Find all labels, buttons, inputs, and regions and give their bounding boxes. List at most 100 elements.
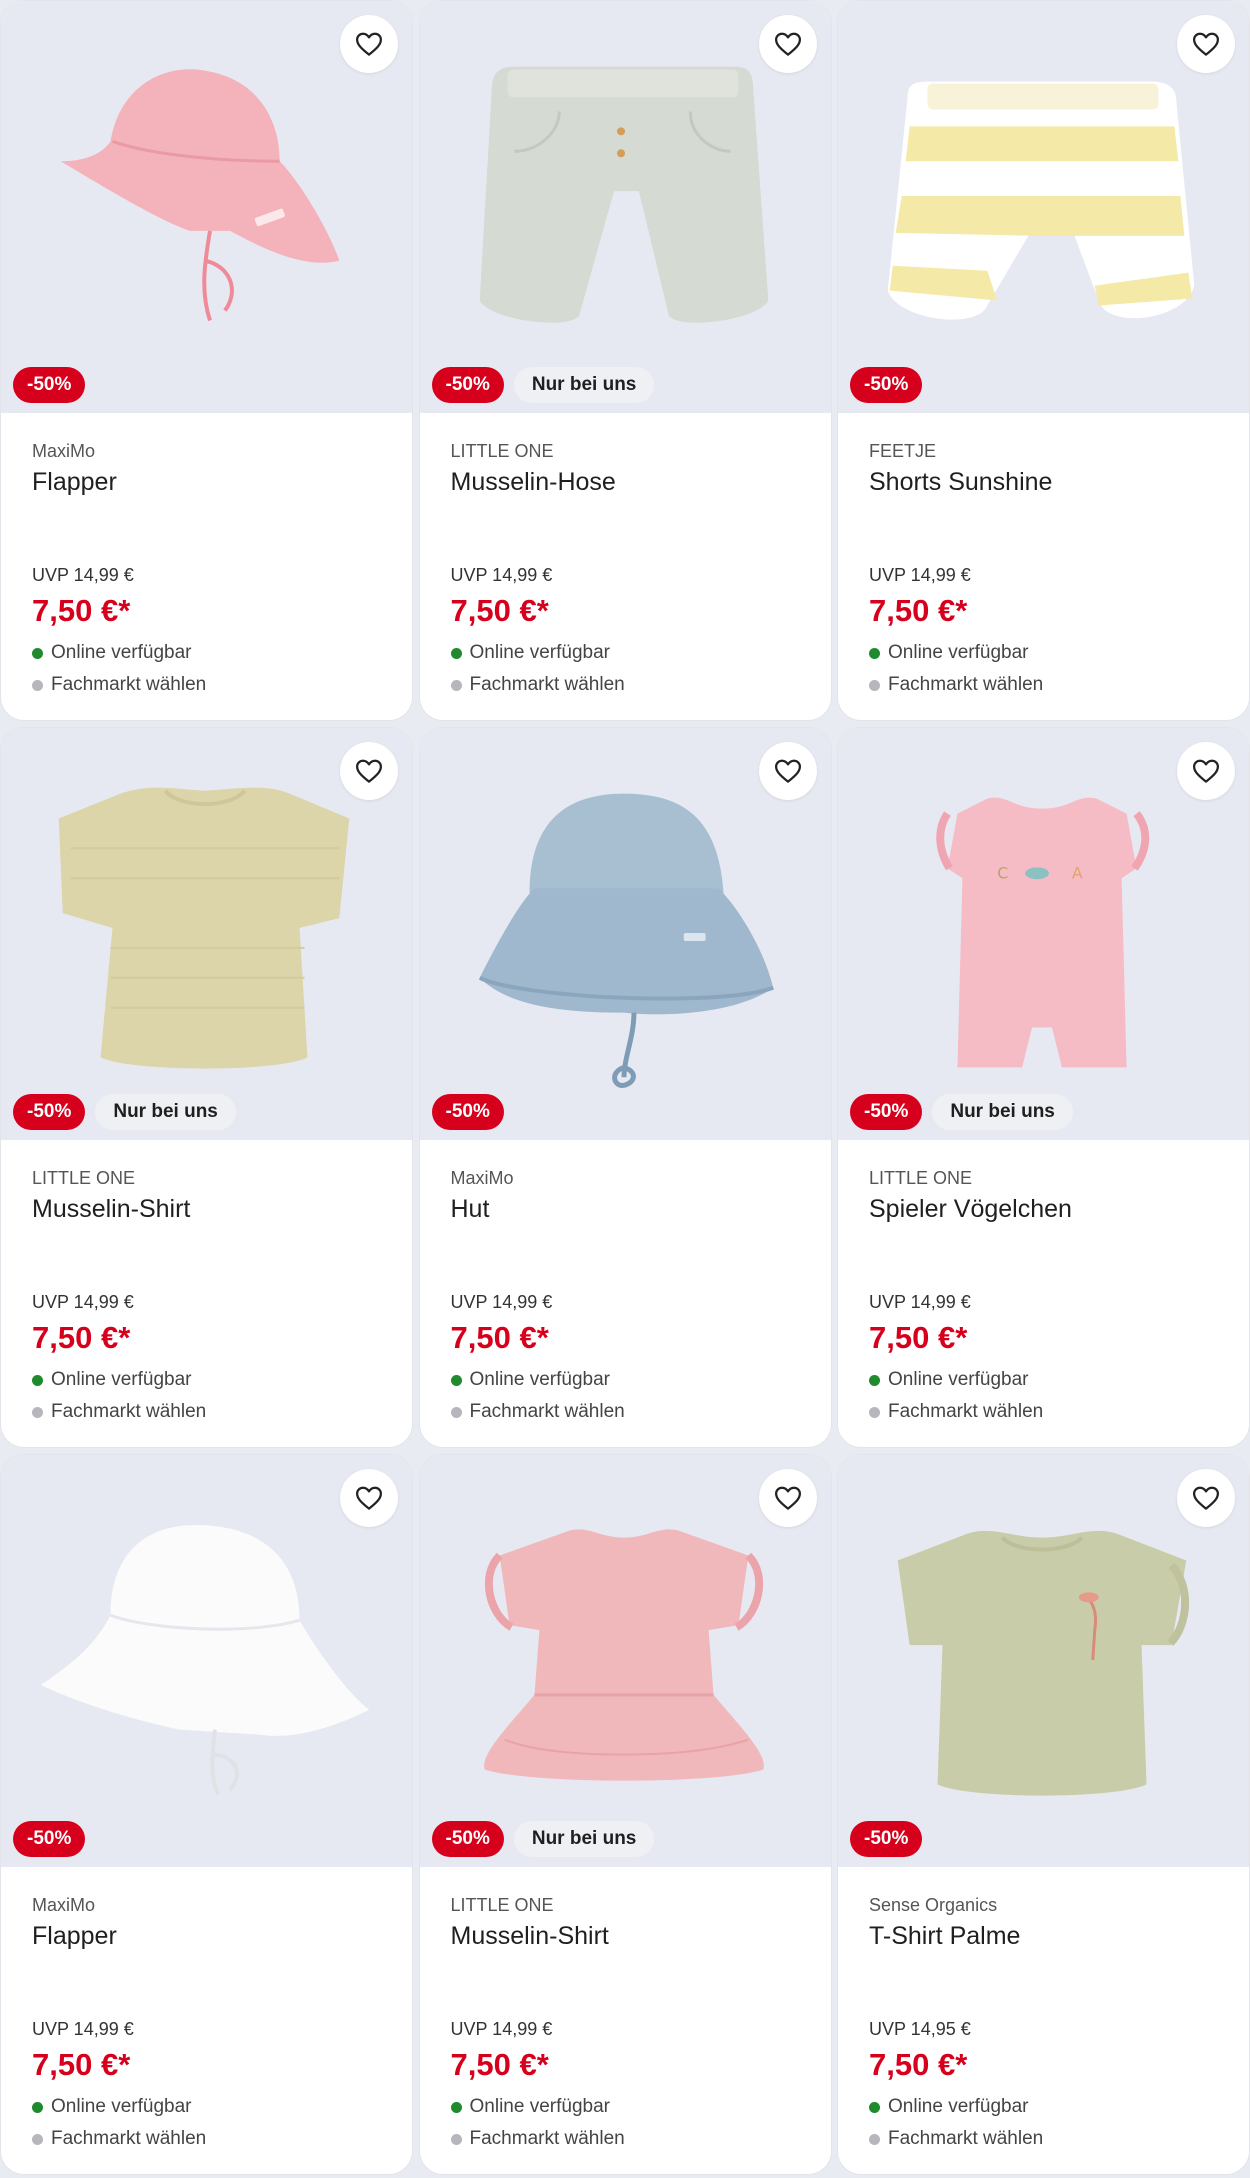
product-card[interactable]: -50% FEETJE Shorts Sunshine UVP 14,99 € … xyxy=(837,0,1250,721)
heart-outline-icon xyxy=(774,1486,801,1510)
product-name[interactable]: Musselin-Hose xyxy=(451,468,811,497)
product-image[interactable]: -50% Nur bei uns xyxy=(1,728,412,1140)
product-image[interactable]: -50% Nur bei uns xyxy=(419,1,831,413)
badge-row: -50% Nur bei uns xyxy=(850,1094,1073,1130)
heart-outline-icon xyxy=(774,32,801,56)
product-brand: MaxiMo xyxy=(450,1168,514,1188)
store-availability[interactable]: Fachmarkt wählen xyxy=(32,1401,206,1423)
product-name[interactable]: Spieler Vögelchen xyxy=(869,1195,1229,1224)
store-label[interactable]: Fachmarkt wählen xyxy=(888,1401,1043,1423)
product-price: 7,50 €* xyxy=(32,2047,131,2082)
store-availability[interactable]: Fachmarkt wählen xyxy=(32,2128,206,2150)
product-image[interactable]: C A -50% Nur bei uns xyxy=(838,728,1249,1140)
product-image[interactable]: -50% xyxy=(1,1455,412,1867)
store-label[interactable]: Fachmarkt wählen xyxy=(470,2128,625,2150)
online-dot-icon xyxy=(32,1374,43,1386)
heart-outline-icon xyxy=(1193,1486,1219,1510)
store-availability[interactable]: Fachmarkt wählen xyxy=(450,2128,625,2150)
store-dot-icon xyxy=(32,2133,43,2145)
product-name[interactable]: T-Shirt Palme xyxy=(869,1922,1229,1951)
product-info: LITTLE ONE Musselin-Shirt UVP 14,99 € 7,… xyxy=(450,1893,811,2174)
product-brand: FEETJE xyxy=(869,441,937,461)
store-availability[interactable]: Fachmarkt wählen xyxy=(450,1401,625,1423)
product-name[interactable]: Shorts Sunshine xyxy=(869,468,1229,497)
store-availability[interactable]: Fachmarkt wählen xyxy=(450,674,625,696)
store-dot-icon xyxy=(869,2133,880,2145)
product-brand: LITTLE ONE xyxy=(450,1895,554,1915)
product-price: 7,50 €* xyxy=(450,593,549,628)
heart-outline-icon xyxy=(774,759,801,783)
sale-badge: -50% xyxy=(13,367,86,403)
badge-row: -50% xyxy=(13,1821,86,1857)
exclusive-badge: Nur bei uns xyxy=(513,367,655,403)
product-image[interactable]: -50% xyxy=(838,1455,1249,1867)
product-name[interactable]: Flapper xyxy=(32,1922,392,1951)
store-availability[interactable]: Fachmarkt wählen xyxy=(869,674,1043,696)
store-label[interactable]: Fachmarkt wählen xyxy=(470,1401,625,1423)
product-image[interactable]: -50% xyxy=(838,1,1249,413)
wishlist-button[interactable] xyxy=(1177,1469,1235,1527)
store-availability[interactable]: Fachmarkt wählen xyxy=(32,674,206,696)
product-card[interactable]: -50% Nur bei uns LITTLE ONE Musselin-Hos… xyxy=(418,0,832,721)
product-uvp: UVP 14,99 € xyxy=(450,565,553,585)
product-name[interactable]: Flapper xyxy=(32,468,392,497)
store-label[interactable]: Fachmarkt wählen xyxy=(888,674,1043,696)
product-name[interactable]: Musselin-Shirt xyxy=(32,1195,392,1224)
badge-row: -50% xyxy=(431,1094,504,1130)
store-label[interactable]: Fachmarkt wählen xyxy=(51,674,206,696)
product-price: 7,50 €* xyxy=(869,1320,968,1355)
wishlist-button[interactable] xyxy=(758,1469,817,1527)
wishlist-button[interactable] xyxy=(758,15,817,73)
product-info: Sense Organics T-Shirt Palme UVP 14,95 €… xyxy=(869,1893,1229,2174)
exclusive-badge: Nur bei uns xyxy=(95,1094,236,1130)
online-label: Online verfügbar xyxy=(51,642,192,663)
store-label[interactable]: Fachmarkt wählen xyxy=(470,674,625,696)
product-card[interactable]: -50% MaxiMo Flapper UVP 14,99 € 7,50 €* … xyxy=(0,1454,413,2175)
exclusive-badge: Nur bei uns xyxy=(932,1094,1073,1130)
wishlist-button[interactable] xyxy=(1177,742,1235,800)
product-card[interactable]: -50% Nur bei uns LITTLE ONE Musselin-Shi… xyxy=(0,727,413,1448)
badge-row: -50% xyxy=(13,367,86,403)
svg-text:C: C xyxy=(997,863,1008,882)
product-card[interactable]: C A -50% Nur bei uns LITTLE ONE Spieler … xyxy=(837,727,1250,1448)
product-price: 7,50 €* xyxy=(450,2047,549,2082)
sale-badge: -50% xyxy=(431,367,504,403)
product-image[interactable]: -50% Nur bei uns xyxy=(419,1455,831,1867)
store-label[interactable]: Fachmarkt wählen xyxy=(888,2128,1043,2150)
product-image[interactable]: -50% xyxy=(1,1,412,413)
product-info: LITTLE ONE Musselin-Hose UVP 14,99 € 7,5… xyxy=(450,439,811,720)
product-card[interactable]: -50% MaxiMo Flapper UVP 14,99 € 7,50 €* … xyxy=(0,0,413,721)
wishlist-button[interactable] xyxy=(340,1469,398,1527)
exclusive-badge: Nur bei uns xyxy=(513,1821,655,1857)
sale-badge: -50% xyxy=(13,1094,86,1130)
product-info: MaxiMo Flapper UVP 14,99 € 7,50 €* Onlin… xyxy=(32,1893,392,2174)
product-card[interactable]: -50% Nur bei uns LITTLE ONE Musselin-Shi… xyxy=(418,1454,832,2175)
wishlist-button[interactable] xyxy=(1177,15,1235,73)
store-availability[interactable]: Fachmarkt wählen xyxy=(869,2128,1043,2150)
product-image[interactable]: -50% xyxy=(419,728,831,1140)
online-dot-icon xyxy=(869,647,880,659)
store-label[interactable]: Fachmarkt wählen xyxy=(51,2128,206,2150)
badge-row: -50% xyxy=(850,1821,923,1857)
product-card[interactable]: -50% Sense Organics T-Shirt Palme UVP 14… xyxy=(837,1454,1250,2175)
product-card[interactable]: -50% MaxiMo Hut UVP 14,99 € 7,50 €* Onli… xyxy=(418,727,832,1448)
product-uvp: UVP 14,95 € xyxy=(869,2019,971,2039)
product-brand: MaxiMo xyxy=(32,441,96,461)
wishlist-button[interactable] xyxy=(340,15,398,73)
online-dot-icon xyxy=(869,1374,880,1386)
sale-badge: -50% xyxy=(850,367,923,403)
online-availability: Online verfügbar xyxy=(450,2096,610,2118)
online-dot-icon xyxy=(450,647,462,659)
online-label: Online verfügbar xyxy=(888,1369,1029,1390)
wishlist-button[interactable] xyxy=(340,742,398,800)
product-name[interactable]: Musselin-Shirt xyxy=(451,1922,811,1951)
wishlist-button[interactable] xyxy=(758,742,817,800)
heart-outline-icon xyxy=(1193,759,1219,783)
store-label[interactable]: Fachmarkt wählen xyxy=(51,1401,206,1423)
online-dot-icon xyxy=(869,2101,880,2113)
online-dot-icon xyxy=(450,2101,462,2113)
store-dot-icon xyxy=(869,1406,880,1418)
online-availability: Online verfügbar xyxy=(32,1369,191,1391)
product-name[interactable]: Hut xyxy=(451,1195,811,1224)
store-availability[interactable]: Fachmarkt wählen xyxy=(869,1401,1043,1423)
